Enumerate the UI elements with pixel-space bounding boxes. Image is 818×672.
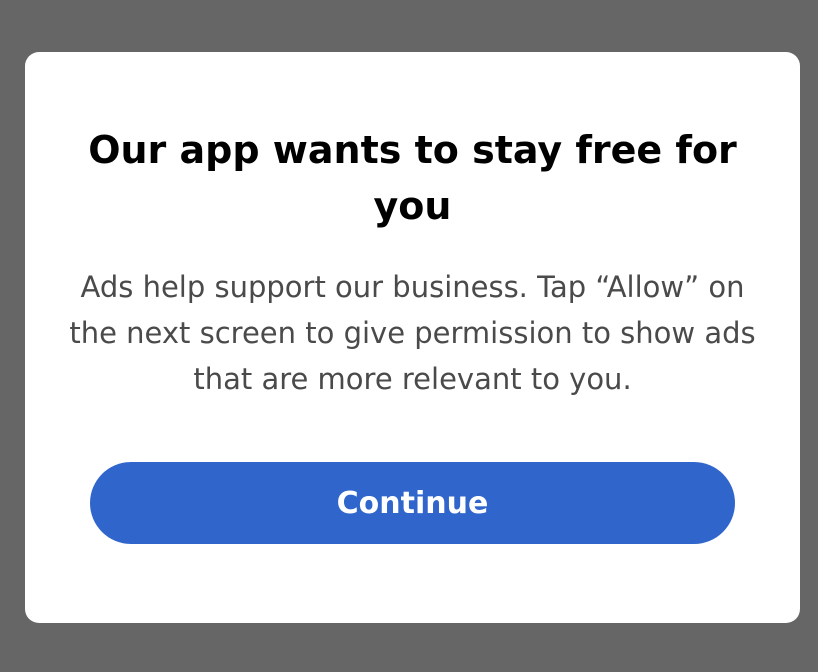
consent-dialog: Our app wants to stay free for you Ads h… (25, 52, 800, 623)
dialog-body-text: Ads help support our business. Tap “Allo… (69, 270, 756, 396)
continue-button[interactable]: Continue (90, 462, 735, 544)
dialog-title: Our app wants to stay free for you (88, 128, 737, 228)
